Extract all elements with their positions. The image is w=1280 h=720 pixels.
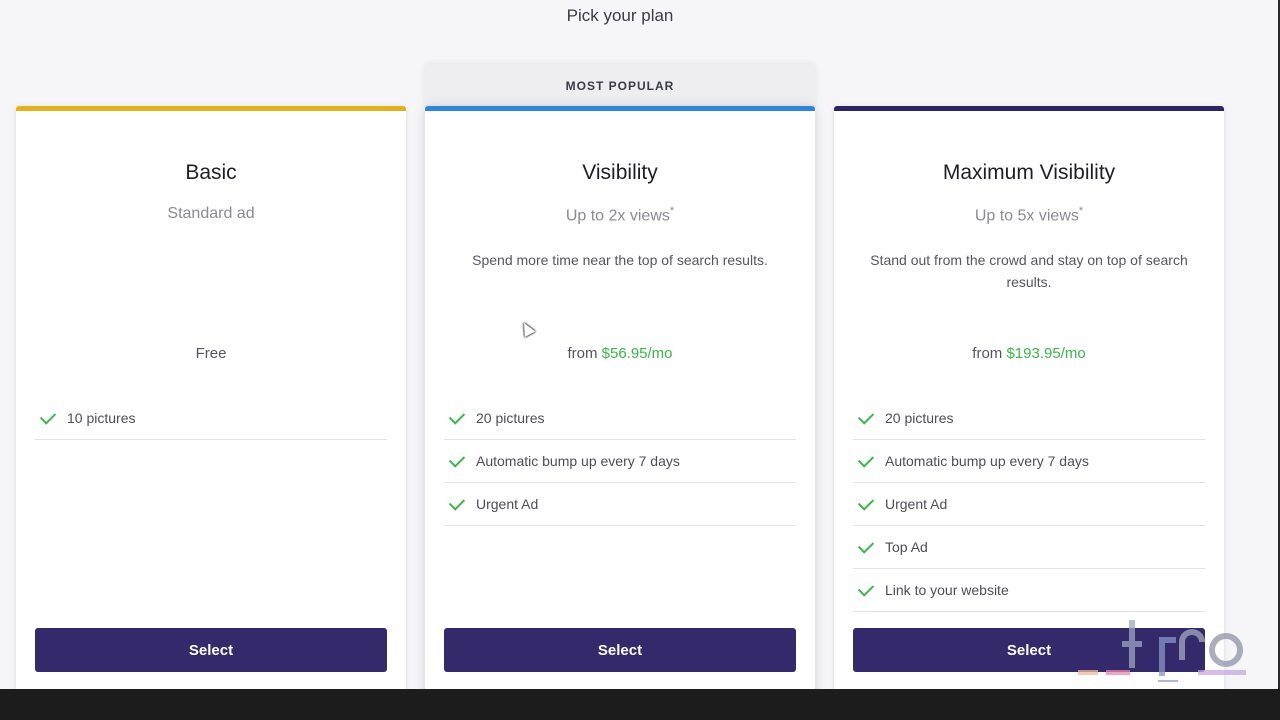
- list-item: Urgent Ad: [444, 483, 796, 526]
- feature-label: Automatic bump up every 7 days: [885, 453, 1089, 469]
- bottom-bar: [0, 689, 1280, 720]
- list-item: Top Ad: [853, 526, 1205, 569]
- price-prefix: from: [972, 345, 1003, 362]
- price-amount: $193.95/mo: [1006, 345, 1086, 362]
- plan-subtitle-text: Standard ad: [167, 205, 255, 222]
- plan-subtitle-text: Up to 2x views: [565, 207, 670, 225]
- check-icon: [857, 407, 875, 425]
- footnote-mark: *: [669, 205, 675, 217]
- check-icon: [448, 407, 466, 425]
- feature-label: Automatic bump up every 7 days: [476, 453, 680, 469]
- select-visibility-button[interactable]: Select: [444, 628, 796, 672]
- plan-name: Maximum Visibility: [942, 161, 1116, 184]
- check-icon: [39, 407, 57, 425]
- price-prefix: from: [567, 345, 598, 362]
- check-icon: [857, 450, 875, 468]
- page-title: Pick your plan: [566, 6, 674, 25]
- feature-label: 20 pictures: [476, 410, 545, 426]
- list-item: 20 pictures: [444, 397, 796, 440]
- list-item: Link to your website: [853, 569, 1205, 612]
- list-item: 10 pictures: [35, 397, 387, 440]
- plan-price: from $56.95/mo: [425, 345, 815, 362]
- plan-card-basic: Basic Standard ad Free 10 pictures Selec…: [16, 106, 406, 711]
- check-icon: [857, 493, 875, 511]
- plan-price: from $193.95/mo: [834, 345, 1224, 362]
- list-item: Automatic bump up every 7 days: [853, 440, 1205, 483]
- check-icon: [448, 450, 466, 468]
- price-amount: $56.95/mo: [601, 345, 673, 362]
- plan-subtitle: Up to 5x views*: [834, 205, 1224, 225]
- plan-card-visibility: Visibility Up to 2x views* Spend more ti…: [425, 106, 815, 711]
- feature-label: Link to your website: [885, 582, 1009, 598]
- list-item: Automatic bump up every 7 days: [444, 440, 796, 483]
- feature-label: Top Ad: [885, 539, 928, 555]
- feature-label: 20 pictures: [885, 410, 954, 426]
- select-basic-button[interactable]: Select: [35, 628, 387, 672]
- feature-label: 10 pictures: [67, 410, 136, 426]
- plan-subtitle-text: Up to 5x views: [974, 207, 1079, 225]
- feature-label: Urgent Ad: [476, 496, 539, 512]
- feature-label: Urgent Ad: [885, 496, 948, 512]
- feature-list: 20 pictures Automatic bump up every 7 da…: [444, 397, 796, 526]
- list-item: 20 pictures: [853, 397, 1205, 440]
- plan-price: Free: [195, 345, 227, 362]
- watermark-logo-icon: [1078, 620, 1246, 682]
- feature-list: 10 pictures: [35, 397, 387, 440]
- plan-subtitle: Standard ad: [16, 205, 406, 223]
- plan-description: Spend more time near the top of search r…: [472, 252, 768, 268]
- footnote-mark: *: [1078, 205, 1084, 217]
- feature-list: 20 pictures Automatic bump up every 7 da…: [853, 397, 1205, 612]
- plan-description: Stand out from the crowd and stay on top…: [870, 252, 1188, 290]
- check-icon: [448, 493, 466, 511]
- plan-name: Basic: [185, 161, 237, 184]
- plan-subtitle: Up to 2x views*: [425, 205, 815, 225]
- plan-selection-page: Pick your plan MOST POPULAR Basic Standa…: [0, 0, 1280, 720]
- check-icon: [857, 579, 875, 597]
- most-popular-badge: MOST POPULAR: [425, 64, 815, 106]
- check-icon: [857, 536, 875, 554]
- plan-name: Visibility: [582, 161, 658, 184]
- list-item: Urgent Ad: [853, 483, 1205, 526]
